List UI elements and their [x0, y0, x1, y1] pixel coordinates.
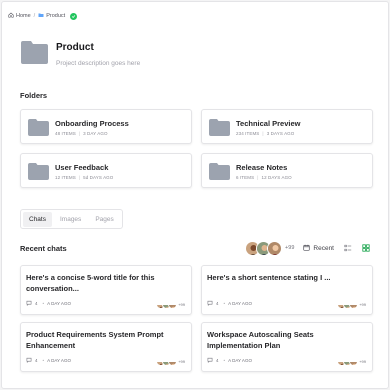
chat-avatars: +99 — [156, 300, 185, 309]
chat-avatars: +99 — [156, 357, 185, 366]
message-count: 4 — [35, 358, 38, 363]
chat-title: Here's a concise 5-word title for this c… — [26, 273, 155, 293]
tab-images[interactable]: Images — [54, 212, 87, 227]
chat-time: A DAY AGO — [228, 301, 252, 306]
folder-name: Onboarding Process — [55, 119, 129, 128]
avatar — [349, 300, 359, 309]
chat-title: Workspace Autoscaling Seats Implementati… — [207, 330, 314, 350]
project-folder-icon — [21, 40, 48, 64]
message-icon — [26, 357, 35, 364]
breadcrumb: Home / Product — [8, 11, 78, 21]
folder-icon — [209, 163, 230, 180]
sort-label: Recent — [313, 244, 334, 252]
calendar-icon — [303, 244, 311, 253]
breadcrumb-separator: / — [33, 13, 36, 19]
tab-chats[interactable]: Chats — [23, 211, 52, 227]
chat-time: A DAY AGO — [47, 301, 71, 306]
chat-avatars: +99 — [337, 300, 366, 309]
folder-name: Release Notes — [236, 163, 288, 172]
avatar-count: +99 — [285, 245, 295, 251]
chat-card[interactable]: Here's a concise 5-word title for this c… — [20, 265, 192, 315]
app-window: Home / Product Product Project descripti… — [1, 1, 389, 389]
message-count: 4 — [216, 301, 219, 306]
folder-icon — [38, 12, 44, 20]
folder-name: User Feedback — [55, 163, 109, 172]
tab-pages[interactable]: Pages — [89, 212, 119, 227]
message-icon — [207, 357, 216, 364]
chat-time: A DAY AGO — [47, 358, 71, 363]
chat-card[interactable]: Workspace Autoscaling Seats Implementati… — [201, 322, 373, 372]
collaborator-avatars[interactable]: +99 — [245, 240, 295, 256]
grid-view-icon[interactable] — [362, 244, 370, 252]
list-view-icon[interactable] — [344, 244, 352, 252]
message-icon — [26, 300, 35, 307]
avatar — [168, 357, 178, 366]
breadcrumb-product[interactable]: Product — [38, 12, 65, 20]
avatar — [349, 357, 359, 366]
chat-card[interactable]: Here's a short sentence stating I ... 4 … — [201, 265, 373, 315]
folder-name: Technical Preview — [236, 119, 301, 128]
folder-card[interactable]: Release Notes 6 ITEMS | 12 DAYS AGO — [201, 153, 373, 188]
chat-meta: 4 • A DAY AGO — [26, 300, 71, 307]
folder-icon — [28, 163, 49, 180]
breadcrumb-home[interactable]: Home — [8, 12, 31, 20]
message-count: 4 — [35, 301, 38, 306]
message-icon — [207, 300, 216, 307]
avatar-count: +99 — [178, 359, 185, 364]
chat-avatars: +99 — [337, 357, 366, 366]
sort-recent-button[interactable]: Recent — [303, 244, 334, 253]
folder-card[interactable]: Technical Preview 234 ITEMS | 3 DAYS AGO — [201, 109, 373, 144]
chat-title: Product Requirements System Prompt Enhan… — [26, 330, 164, 350]
breadcrumb-product-label: Product — [46, 13, 66, 19]
avatar — [168, 300, 178, 309]
avatar-count: +99 — [359, 302, 366, 307]
folder-card[interactable]: Onboarding Process 48 ITEMS | 3 DAY AGO — [20, 109, 192, 144]
project-description[interactable]: Project description goes here — [56, 60, 140, 67]
chat-meta: 4 • A DAY AGO — [26, 357, 71, 364]
folder-meta: 48 ITEMS | 3 DAY AGO — [55, 131, 108, 136]
folder-card[interactable]: User Feedback 12 ITEMS | 5d DAYS AGO — [20, 153, 192, 188]
folders-heading: Folders — [20, 91, 48, 100]
folder-meta: 6 ITEMS | 12 DAYS AGO — [236, 175, 292, 180]
avatar — [267, 240, 283, 256]
check-circle-icon — [70, 12, 78, 20]
chat-time: A DAY AGO — [228, 358, 252, 363]
message-count: 4 — [216, 358, 219, 363]
content-tabs: Chats Images Pages — [20, 209, 123, 229]
chat-meta: 4 • A DAY AGO — [207, 300, 252, 307]
home-icon — [8, 12, 14, 20]
page-title: Product — [56, 42, 94, 53]
folder-icon — [28, 119, 49, 136]
avatar-count: +99 — [359, 359, 366, 364]
project-header: Product Project description goes here — [21, 40, 140, 67]
chat-card[interactable]: Product Requirements System Prompt Enhan… — [20, 322, 192, 372]
folder-meta: 234 ITEMS | 3 DAYS AGO — [236, 131, 295, 136]
breadcrumb-home-label: Home — [16, 13, 31, 19]
folder-meta: 12 ITEMS | 5d DAYS AGO — [55, 175, 114, 180]
chat-title: Here's a short sentence stating I ... — [207, 273, 331, 282]
recent-chats-heading: Recent chats — [20, 244, 67, 253]
avatar-count: +99 — [178, 302, 185, 307]
recent-controls: +99 Recent — [245, 239, 370, 257]
chat-meta: 4 • A DAY AGO — [207, 357, 252, 364]
folder-icon — [209, 119, 230, 136]
